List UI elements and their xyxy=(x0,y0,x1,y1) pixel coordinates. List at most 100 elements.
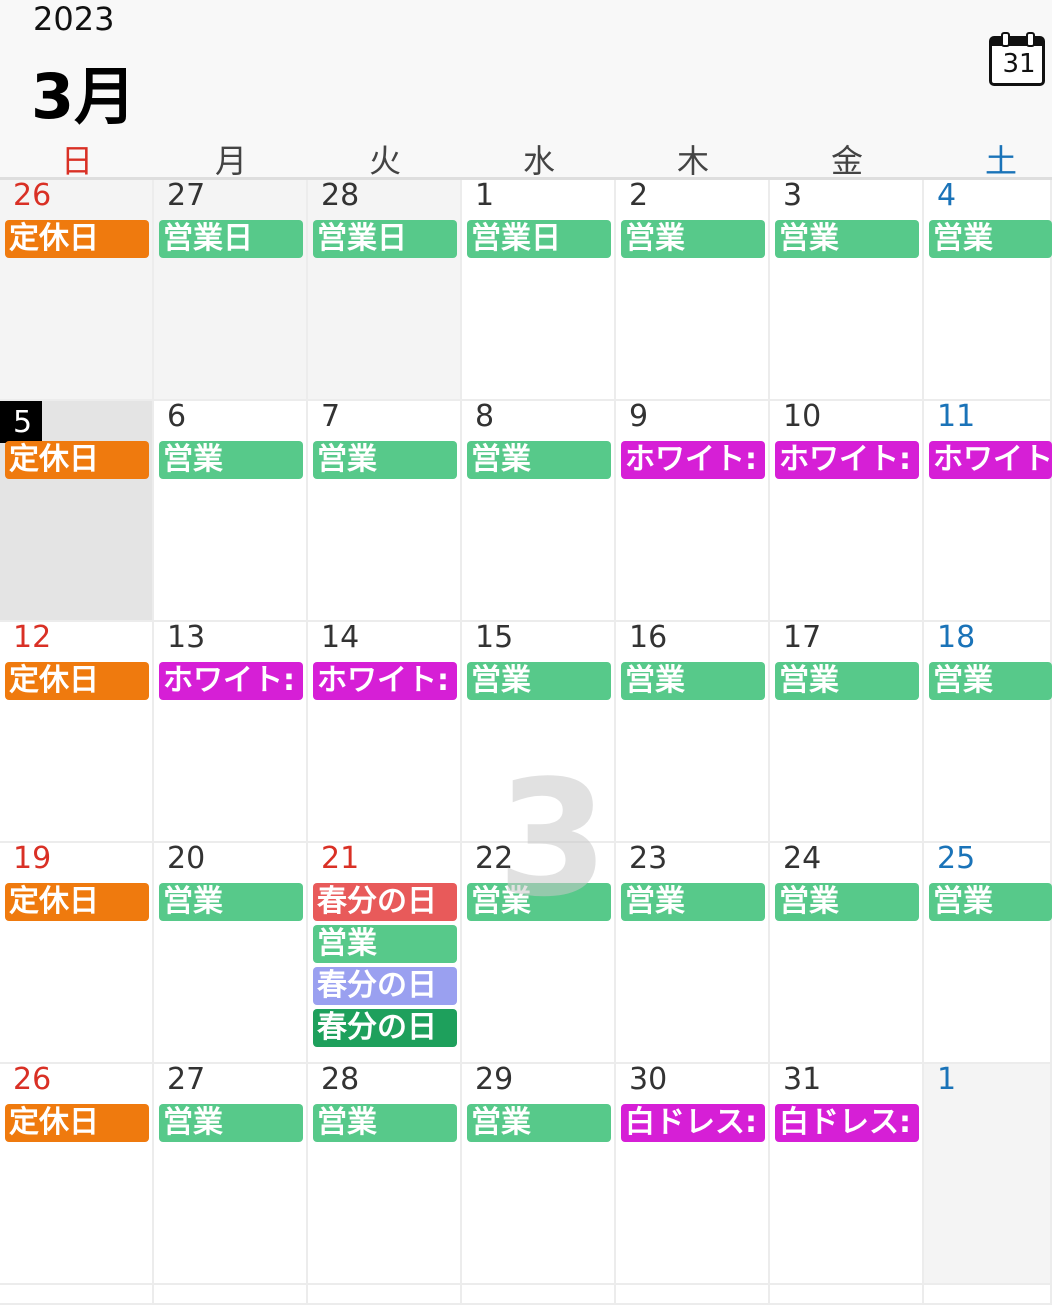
day-cell-next-week[interactable] xyxy=(154,1285,308,1305)
day-cell[interactable]: 14 ホワイト: xyxy=(308,622,462,843)
event-chip[interactable]: 春分の日 xyxy=(313,1009,457,1047)
day-number: 28 xyxy=(321,178,360,213)
day-cell[interactable]: 28 営業 xyxy=(308,1064,462,1285)
day-cell[interactable]: 20 営業 xyxy=(154,843,308,1064)
event-chip[interactable]: 営業 xyxy=(159,883,303,921)
day-cell[interactable]: 2 営業 xyxy=(616,180,770,401)
day-cell[interactable]: 28 営業日 xyxy=(308,180,462,401)
event-chip[interactable]: 営業日 xyxy=(467,220,611,258)
event-chip[interactable]: 営業 xyxy=(467,1104,611,1142)
event-chip[interactable]: 白ドレス: xyxy=(621,1104,765,1142)
day-number: 27 xyxy=(167,1062,206,1097)
event-chip[interactable]: 営業 xyxy=(929,883,1052,921)
calendar-ring-right xyxy=(1026,32,1035,47)
year-label: 2023 xyxy=(33,0,115,38)
today-calendar-icon[interactable]: 31 xyxy=(989,32,1049,90)
day-number: 10 xyxy=(783,399,822,434)
day-number: 27 xyxy=(167,178,206,213)
day-cell[interactable]: 27 営業日 xyxy=(154,180,308,401)
day-number: 26 xyxy=(13,178,52,213)
event-chip[interactable]: 定休日 xyxy=(5,1104,149,1142)
event-chip[interactable]: 営業 xyxy=(467,441,611,479)
event-chip[interactable]: 定休日 xyxy=(5,883,149,921)
day-number: 30 xyxy=(629,1062,668,1097)
day-number: 15 xyxy=(475,620,514,655)
event-chip[interactable]: 営業 xyxy=(621,662,765,700)
event-chip[interactable]: 営業 xyxy=(775,662,919,700)
event-chip[interactable]: 営業日 xyxy=(313,220,457,258)
day-cell[interactable]: 17 営業 xyxy=(770,622,924,843)
day-number: 21 xyxy=(321,841,360,876)
day-cell[interactable]: 26 定休日 xyxy=(0,180,154,401)
event-chip[interactable]: ホワイト: xyxy=(159,662,303,700)
weekday-sun: 日 xyxy=(60,142,93,180)
event-chip[interactable]: 春分の日 xyxy=(313,967,457,1005)
day-cell[interactable]: 15 営業 xyxy=(462,622,616,843)
day-cell[interactable]: 18 営業 xyxy=(924,622,1052,843)
event-chip[interactable]: ホワイト: xyxy=(313,662,457,700)
day-cell[interactable]: 30 白ドレス: xyxy=(616,1064,770,1285)
day-cell[interactable]: 6 営業 xyxy=(154,401,308,622)
month-grid: 26 定休日 27 営業日 28 営業日 1 営業日 2 営業 3 営業 4 営業 5 定休日 6 営業 7 営業 8 営… xyxy=(0,180,1052,1305)
day-cell[interactable]: 19 定休日 xyxy=(0,843,154,1064)
day-cell[interactable]: 13 ホワイト: xyxy=(154,622,308,843)
day-cell[interactable]: 1 営業日 xyxy=(462,180,616,401)
day-cell[interactable]: 12 定休日 xyxy=(0,622,154,843)
event-chip[interactable]: 営業 xyxy=(775,220,919,258)
day-cell[interactable]: 27 営業 xyxy=(154,1064,308,1285)
event-chip[interactable]: ホワイト: xyxy=(621,441,765,479)
event-chip[interactable]: 定休日 xyxy=(5,441,149,479)
event-chip[interactable]: 営業 xyxy=(313,925,457,963)
day-cell[interactable]: 31 白ドレス: xyxy=(770,1064,924,1285)
event-chip[interactable]: 白ドレス: xyxy=(775,1104,919,1142)
day-number: 14 xyxy=(321,620,360,655)
weekday-wed: 水 xyxy=(522,142,555,180)
day-cell[interactable]: 25 営業 xyxy=(924,843,1052,1064)
day-cell-next-week[interactable] xyxy=(0,1285,154,1305)
event-chip[interactable]: 営業 xyxy=(467,662,611,700)
day-cell[interactable]: 26 定休日 xyxy=(0,1064,154,1285)
event-chip[interactable]: 営業 xyxy=(621,883,765,921)
day-number: 13 xyxy=(167,620,206,655)
day-number: 23 xyxy=(629,841,668,876)
day-cell[interactable]: 4 営業 xyxy=(924,180,1052,401)
day-cell[interactable]: 29 営業 xyxy=(462,1064,616,1285)
day-number: 5 xyxy=(0,401,43,443)
event-chip[interactable]: 営業 xyxy=(775,883,919,921)
day-cell[interactable]: 10 ホワイト: xyxy=(770,401,924,622)
day-cell[interactable]: 11 ホワイト xyxy=(924,401,1052,622)
event-chip[interactable]: 営業 xyxy=(159,1104,303,1142)
day-cell[interactable]: 5 定休日 xyxy=(0,401,154,622)
day-cell-next-week[interactable] xyxy=(770,1285,924,1305)
day-cell[interactable]: 1 xyxy=(924,1064,1052,1285)
event-chip[interactable]: 営業 xyxy=(929,662,1052,700)
event-chip[interactable]: 営業 xyxy=(929,220,1052,258)
day-cell[interactable]: 21 春分の日 営業 春分の日 春分の日 xyxy=(308,843,462,1064)
day-cell-next-week[interactable] xyxy=(924,1285,1052,1305)
event-chip[interactable]: ホワイト xyxy=(929,441,1052,479)
day-cell[interactable]: 16 営業 xyxy=(616,622,770,843)
day-number: 26 xyxy=(13,1062,52,1097)
day-cell[interactable]: 8 営業 xyxy=(462,401,616,622)
day-cell-next-week[interactable] xyxy=(462,1285,616,1305)
event-chip[interactable]: 営業 xyxy=(313,441,457,479)
event-chip[interactable]: 定休日 xyxy=(5,662,149,700)
event-chip[interactable]: 営業 xyxy=(159,441,303,479)
event-chip[interactable]: 営業 xyxy=(313,1104,457,1142)
day-cell[interactable]: 7 営業 xyxy=(308,401,462,622)
day-cell[interactable]: 22 営業 xyxy=(462,843,616,1064)
event-chip[interactable]: 定休日 xyxy=(5,220,149,258)
day-cell-next-week[interactable] xyxy=(308,1285,462,1305)
day-cell[interactable]: 3 営業 xyxy=(770,180,924,401)
day-cell[interactable]: 23 営業 xyxy=(616,843,770,1064)
day-cell-next-week[interactable] xyxy=(616,1285,770,1305)
event-chip[interactable]: 営業 xyxy=(621,220,765,258)
calendar-header: 2023 3月 31 日 月 火 水 木 金 土 xyxy=(0,0,1052,180)
day-number: 31 xyxy=(783,1062,822,1097)
event-chip[interactable]: 営業日 xyxy=(159,220,303,258)
day-cell[interactable]: 24 営業 xyxy=(770,843,924,1064)
event-chip[interactable]: ホワイト: xyxy=(775,441,919,479)
event-chip[interactable]: 営業 xyxy=(467,883,611,921)
event-chip[interactable]: 春分の日 xyxy=(313,883,457,921)
day-cell[interactable]: 9 ホワイト: xyxy=(616,401,770,622)
